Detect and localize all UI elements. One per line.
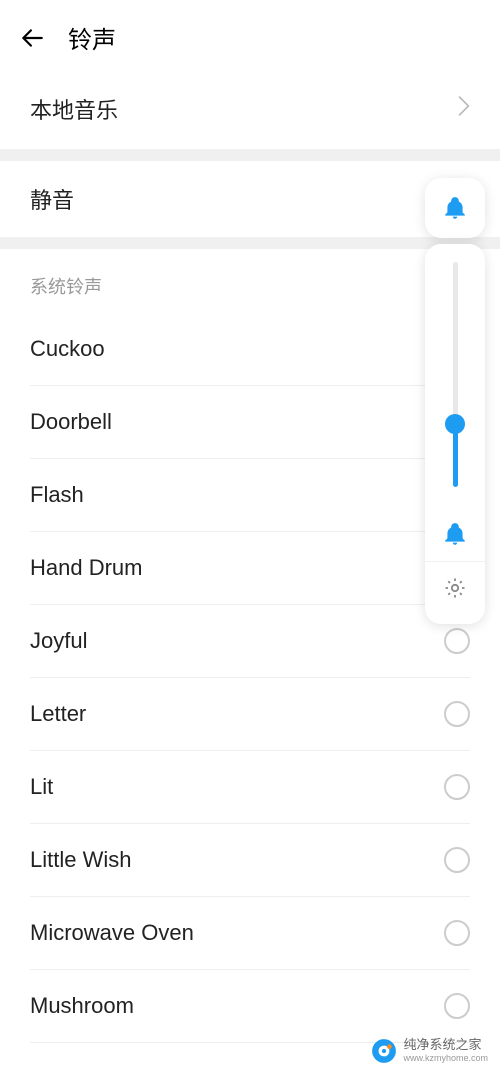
bell-icon [442, 195, 468, 221]
ringtone-item[interactable]: Cuckoo [30, 313, 470, 386]
gear-icon [443, 576, 467, 600]
volume-panel [425, 178, 485, 624]
ringtone-label: Lit [30, 774, 53, 800]
ringtone-item[interactable]: Microwave Oven [30, 897, 470, 970]
ringtone-label: Flash [30, 482, 84, 508]
watermark-logo-icon [371, 1038, 397, 1064]
volume-slider-container [425, 244, 485, 624]
ringtone-item[interactable]: Little Wish [30, 824, 470, 897]
ringtone-item[interactable]: Lit [30, 751, 470, 824]
ringtone-item[interactable]: Letter [30, 678, 470, 751]
volume-type-button[interactable] [425, 511, 485, 557]
back-arrow-icon [19, 25, 45, 51]
radio-icon [444, 847, 470, 873]
ringtone-item[interactable]: Hand Drum [30, 532, 470, 605]
bell-icon [442, 521, 468, 547]
watermark-title: 纯净系统之家 [403, 1038, 488, 1053]
ringtone-label: Hand Drum [30, 555, 142, 581]
chevron-right-icon [458, 95, 470, 123]
header: 铃声 [0, 0, 500, 73]
ringtone-label: Letter [30, 701, 86, 727]
ringtone-label: Joyful [30, 628, 87, 654]
ringtone-label: Mushroom [30, 993, 134, 1019]
mute-label: 静音 [30, 188, 74, 213]
ringtone-label: Cuckoo [30, 336, 105, 362]
settings-button[interactable] [425, 561, 485, 610]
nav-local-music[interactable]: 本地音乐 [0, 73, 500, 149]
ringtone-label: Little Wish [30, 847, 131, 873]
radio-icon [444, 920, 470, 946]
radio-icon [444, 993, 470, 1019]
ringer-mode-button[interactable] [425, 178, 485, 238]
ringtone-item[interactable]: Doorbell [30, 386, 470, 459]
nav-local-music-label: 本地音乐 [30, 93, 118, 125]
back-button[interactable] [18, 24, 46, 52]
ringtone-item[interactable]: Flash [30, 459, 470, 532]
watermark-url: www.kzmyhome.com [403, 1053, 488, 1063]
ringtone-label: Microwave Oven [30, 920, 194, 946]
page-title: 铃声 [68, 20, 116, 55]
watermark: 纯净系统之家 www.kzmyhome.com [371, 1038, 488, 1064]
volume-slider[interactable] [453, 262, 458, 487]
ringtone-item[interactable]: Joyful [30, 605, 470, 678]
radio-icon [444, 774, 470, 800]
radio-icon [444, 628, 470, 654]
radio-icon [444, 701, 470, 727]
ringtone-label: Doorbell [30, 409, 112, 435]
volume-slider-thumb[interactable] [445, 414, 465, 434]
separator [0, 149, 500, 161]
ringtone-item[interactable]: Mushroom [30, 970, 470, 1043]
